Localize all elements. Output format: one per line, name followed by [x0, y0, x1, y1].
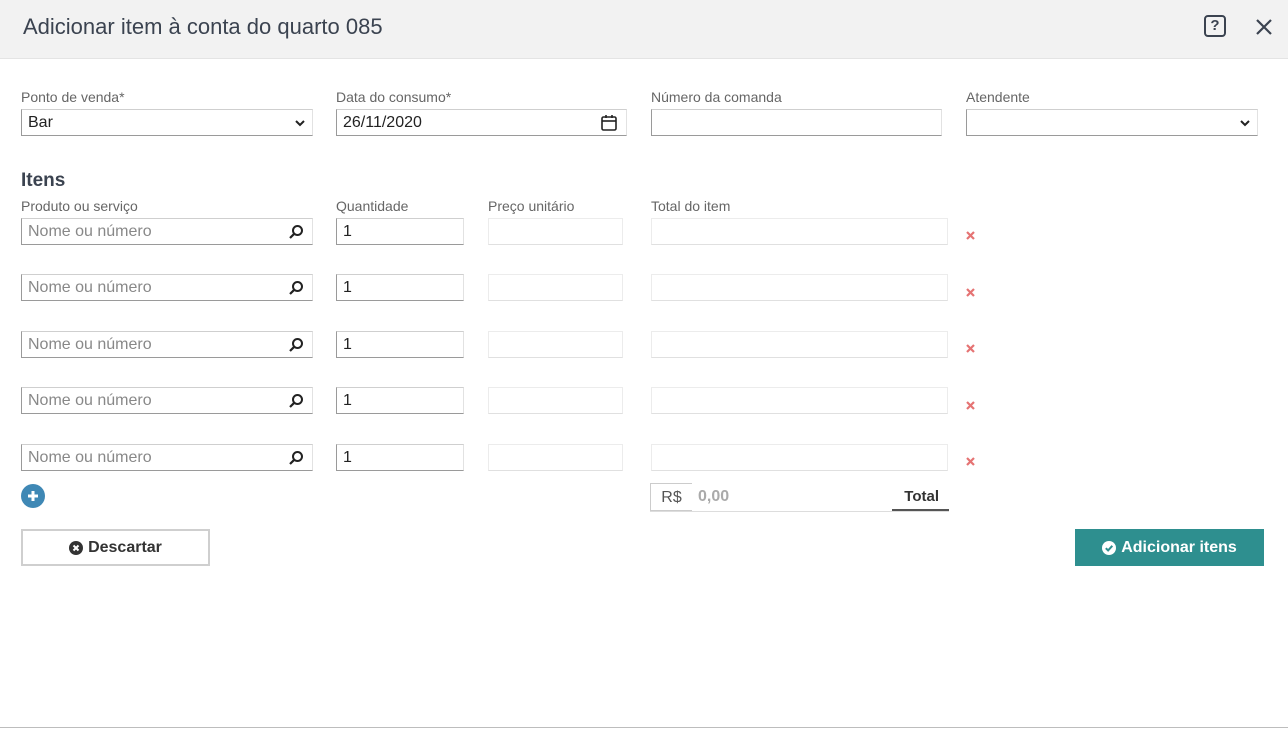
times-circle-icon: [69, 540, 84, 555]
discard-button[interactable]: Descartar: [21, 529, 210, 566]
point-of-sale-label: Ponto de venda*: [21, 89, 125, 105]
search-icon[interactable]: [288, 224, 304, 240]
point-of-sale-value: Bar: [28, 114, 53, 131]
search-icon[interactable]: [288, 280, 304, 296]
search-icon[interactable]: [288, 337, 304, 353]
remove-row-icon[interactable]: [966, 231, 975, 240]
item-total-field: [651, 331, 948, 358]
quantity-value: 1: [343, 223, 352, 240]
footer-divider: [0, 727, 1288, 728]
point-of-sale-select[interactable]: Bar: [21, 109, 313, 136]
help-icon[interactable]: ?: [1204, 15, 1226, 37]
total-label: Total: [892, 483, 949, 511]
column-product: Produto ou serviço: [21, 198, 138, 214]
consumption-date-input[interactable]: 26/11/2020: [336, 109, 627, 136]
column-quantity: Quantidade: [336, 198, 409, 214]
item-total-field: [651, 444, 948, 471]
quantity-value: 1: [343, 392, 352, 409]
add-items-label: Adicionar itens: [1121, 538, 1237, 556]
product-search-input[interactable]: Nome ou número: [21, 331, 313, 358]
quantity-value: 1: [343, 449, 352, 466]
unit-price-field: [488, 387, 623, 414]
unit-price-field: [488, 218, 623, 245]
quantity-value: 1: [343, 279, 352, 296]
product-placeholder: Nome ou número: [28, 279, 152, 296]
search-icon[interactable]: [288, 450, 304, 466]
add-row-button[interactable]: [21, 484, 45, 508]
unit-price-field: [488, 444, 623, 471]
column-unit-price: Preço unitário: [488, 198, 575, 214]
attendant-label: Atendente: [966, 89, 1030, 105]
check-circle-icon: [1102, 540, 1117, 555]
item-total-field: [651, 387, 948, 414]
consumption-date-label: Data do consumo*: [336, 89, 452, 105]
product-placeholder: Nome ou número: [28, 223, 152, 240]
currency-label: R$: [650, 483, 692, 511]
product-search-input[interactable]: Nome ou número: [21, 274, 313, 301]
calendar-icon[interactable]: [600, 114, 618, 132]
quantity-input[interactable]: 1: [336, 444, 464, 471]
order-number-label: Número da comanda: [651, 89, 782, 105]
discard-label: Descartar: [88, 538, 162, 556]
consumption-date-value: 26/11/2020: [343, 114, 422, 131]
product-search-input[interactable]: Nome ou número: [21, 444, 313, 471]
quantity-input[interactable]: 1: [336, 218, 464, 245]
items-section-title: Itens: [21, 170, 66, 191]
chevron-down-icon: [1240, 120, 1250, 127]
remove-row-icon[interactable]: [966, 457, 975, 466]
product-search-input[interactable]: Nome ou número: [21, 387, 313, 414]
unit-price-field: [488, 331, 623, 358]
close-icon[interactable]: [1254, 17, 1274, 37]
remove-row-icon[interactable]: [966, 288, 975, 297]
remove-row-icon[interactable]: [966, 344, 975, 353]
grand-total: R$ 0,00 Total: [650, 483, 949, 512]
product-placeholder: Nome ou número: [28, 449, 152, 466]
dialog-title: Adicionar item à conta do quarto 085: [23, 14, 383, 39]
search-icon[interactable]: [288, 393, 304, 409]
dialog-header: Adicionar item à conta do quarto 085 ?: [0, 0, 1288, 59]
add-items-button[interactable]: Adicionar itens: [1075, 529, 1264, 566]
plus-icon: [28, 491, 38, 501]
quantity-input[interactable]: 1: [336, 331, 464, 358]
quantity-input[interactable]: 1: [336, 274, 464, 301]
column-item-total: Total do item: [651, 198, 731, 214]
chevron-down-icon: [295, 120, 305, 127]
order-number-input[interactable]: [651, 109, 942, 136]
item-total-field: [651, 274, 948, 301]
total-value: 0,00: [698, 488, 730, 505]
product-placeholder: Nome ou número: [28, 336, 152, 353]
quantity-value: 1: [343, 336, 352, 353]
unit-price-field: [488, 274, 623, 301]
product-placeholder: Nome ou número: [28, 392, 152, 409]
quantity-input[interactable]: 1: [336, 387, 464, 414]
product-search-input[interactable]: Nome ou número: [21, 218, 313, 245]
item-total-field: [651, 218, 948, 245]
remove-row-icon[interactable]: [966, 401, 975, 410]
attendant-select[interactable]: [966, 109, 1258, 136]
